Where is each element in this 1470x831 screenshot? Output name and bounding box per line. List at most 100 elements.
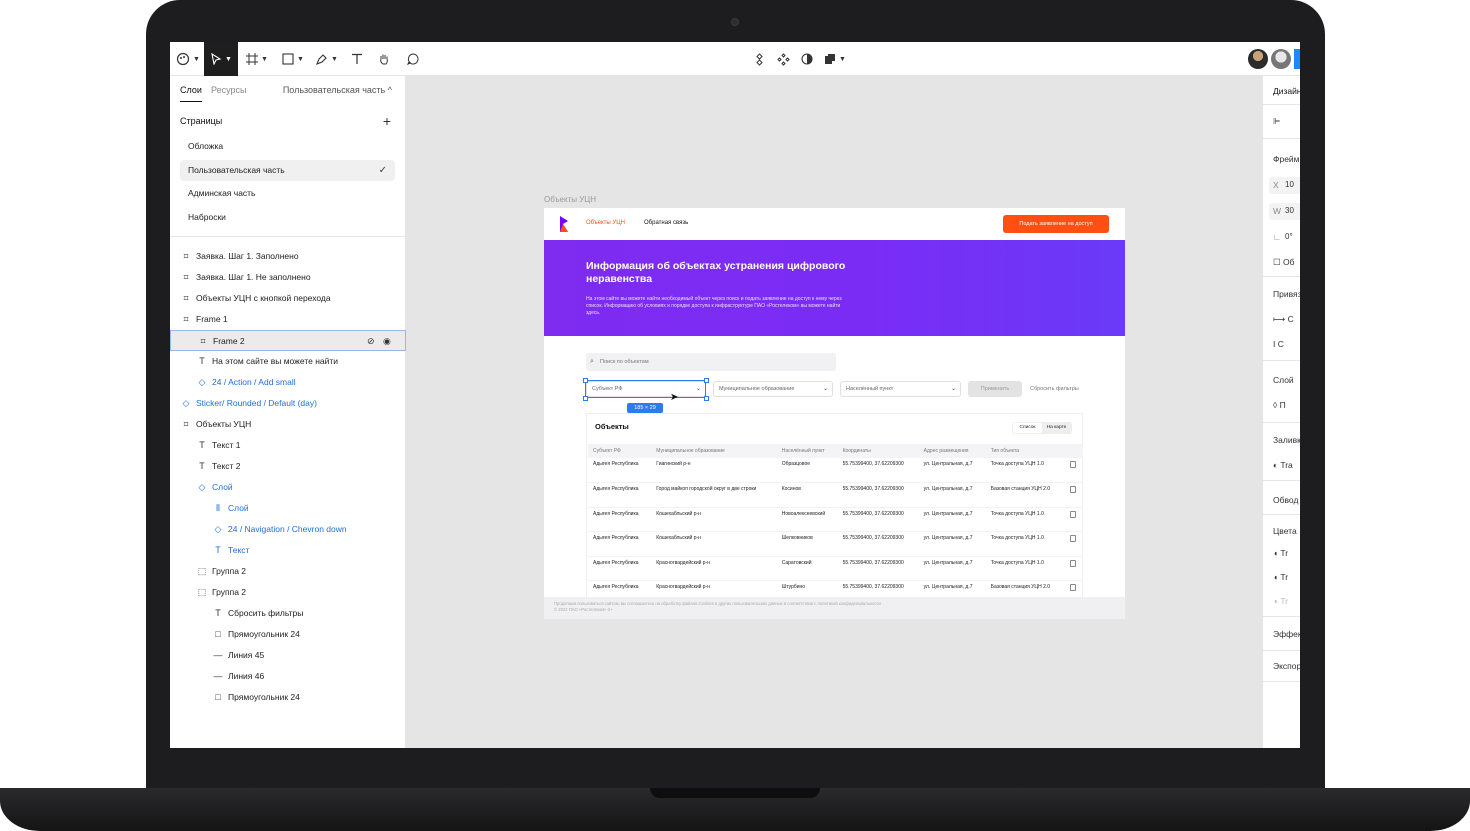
layer-row[interactable]: T На этом сайте вы можете найти — [170, 351, 406, 372]
constraint-vertical[interactable]: I С — [1273, 339, 1284, 349]
create-component-button[interactable] — [748, 42, 770, 76]
page-item[interactable]: Админская часть — [180, 183, 395, 204]
layer-row[interactable]: ⌗ Заявка. Шаг 1. Заполнено — [170, 246, 406, 267]
text-tool-button[interactable] — [346, 42, 368, 76]
blend-mode[interactable]: ◊ П — [1273, 400, 1286, 410]
hero-banner: Информация об объектах устранения цифров… — [544, 240, 1125, 336]
apply-access-button[interactable]: Подать заявление на доступ — [1003, 215, 1109, 233]
column-header: Адрес размещения — [918, 444, 986, 458]
layer-row[interactable]: □ Прямоугольник 24 — [170, 687, 406, 708]
layer-label: Линия 45 — [228, 650, 265, 660]
resize-handle[interactable] — [583, 396, 588, 401]
layer-row[interactable]: ◇ 24 / Navigation / Chevron down — [170, 519, 406, 540]
layer-row[interactable]: T Текст 2 — [170, 456, 406, 477]
page-item[interactable]: Наброски — [180, 207, 395, 228]
divider — [1263, 480, 1300, 481]
color-row[interactable]: ◖ Tr — [1273, 572, 1288, 582]
document-icon[interactable] — [1069, 559, 1076, 567]
table-row[interactable]: Адыгея Республика Город майкоп городской … — [588, 482, 1083, 508]
resize-handle[interactable] — [583, 378, 588, 383]
tab-design[interactable]: Дизайн — [1273, 86, 1300, 96]
layer-row[interactable]: ⌗ Объекты УЦН — [170, 414, 406, 435]
frame-label[interactable]: Объекты УЦН — [544, 195, 596, 204]
table-row[interactable]: Адыгея Республика Красногвардейский р-н Са… — [588, 556, 1083, 581]
figma-window: ▼ ▼ ▼ ▼ ▼ ▼ Слои Ресурсы Пользовательска… — [170, 42, 1300, 748]
comment-tool-button[interactable] — [402, 42, 424, 76]
layer-row[interactable]: ⌗ Заявка. Шаг 1. Не заполнено — [170, 267, 406, 288]
document-cell — [1064, 556, 1083, 581]
layer-row[interactable]: ⌗ Frame 2 ⊘ ◉ — [170, 330, 406, 351]
collaborator-avatar[interactable] — [1271, 49, 1291, 69]
boolean-button[interactable]: ▼ — [820, 42, 850, 76]
filter-municipality[interactable]: Муниципальное образование ⌄ — [713, 381, 833, 397]
layer-row[interactable]: T Текст — [170, 540, 406, 561]
design-frame[interactable]: Объекты УЦН Обратная связь Подать заявле… — [544, 208, 1125, 619]
hand-tool-button[interactable] — [372, 42, 396, 76]
layer-row[interactable]: □ Прямоугольник 24 — [170, 624, 406, 645]
document-icon[interactable] — [1069, 535, 1076, 542]
color-row[interactable]: ◖ Tr — [1273, 548, 1288, 558]
toggle-list[interactable]: Список — [1013, 423, 1042, 433]
layer-row[interactable]: ◇ 24 / Action / Add small — [170, 372, 406, 393]
page-selector[interactable]: Пользовательская часть ^ — [283, 85, 392, 95]
nav-feedback[interactable]: Обратная связь — [644, 220, 688, 226]
layer-row[interactable]: T Сбросить фильтры — [170, 603, 406, 624]
table-cell: Город майкоп городской округ в две строк… — [651, 482, 777, 508]
table-cell: Адыгея Республика — [588, 531, 652, 557]
nav-objects[interactable]: Объекты УЦН — [586, 220, 625, 226]
layer-row[interactable]: ⫴ Слой — [170, 498, 406, 519]
components-button[interactable] — [772, 42, 794, 76]
constraint-horizontal[interactable]: ⟼ С — [1273, 314, 1294, 325]
filter-settlement[interactable]: Населённый пункт ⌄ — [840, 381, 961, 397]
share-button[interactable] — [1294, 49, 1300, 69]
layer-row[interactable]: ⬚ Группа 2 — [170, 582, 406, 603]
clip-content-checkbox[interactable]: ☐ Об — [1273, 257, 1294, 268]
layer-row[interactable]: ◇ Слой — [170, 477, 406, 498]
table-cell: Адыгея Республика — [588, 482, 652, 508]
layer-row[interactable]: ⬚ Группа 2 — [170, 561, 406, 582]
mask-button[interactable] — [796, 42, 818, 76]
toggle-map[interactable]: На карте — [1042, 423, 1071, 433]
tab-layers[interactable]: Слои — [180, 85, 202, 102]
lock-icon[interactable]: ⊘ — [367, 331, 375, 352]
page-item[interactable]: Обложка — [180, 136, 395, 157]
add-page-icon[interactable]: + — [383, 113, 391, 129]
pen-tool-button[interactable]: ▼ — [312, 42, 342, 76]
layer-row[interactable]: — Линия 46 — [170, 666, 406, 687]
visibility-icon[interactable]: ◉ — [383, 331, 391, 352]
filter-label: Населённый пункт — [846, 386, 894, 392]
shape-tool-button[interactable]: ▼ — [278, 42, 308, 76]
layer-row[interactable]: ⌗ Объекты УЦН с кнопкой перехода — [170, 288, 406, 309]
page-item-selected[interactable]: Пользовательская часть ✓ — [180, 160, 395, 181]
document-icon[interactable] — [1069, 461, 1076, 468]
resize-handle[interactable] — [704, 396, 709, 401]
rotation-value[interactable]: 0° — [1285, 232, 1293, 241]
collaborator-avatar[interactable] — [1248, 49, 1268, 69]
align-left-icon[interactable]: ⊫ — [1273, 116, 1280, 127]
apply-filters-button[interactable]: Применить — [968, 381, 1022, 397]
tab-assets[interactable]: Ресурсы — [211, 85, 247, 95]
layer-row[interactable]: ◇ Sticker/ Rounded / Default (day) — [170, 393, 406, 414]
fill-row[interactable]: ◐ Tra — [1273, 460, 1293, 470]
layer-row[interactable]: ⌗ Frame 1 — [170, 309, 406, 330]
component-icon: ◇ — [198, 482, 206, 492]
layer-row[interactable]: — Линия 45 — [170, 645, 406, 666]
chevron-down-icon: ▼ — [331, 55, 338, 63]
document-icon[interactable] — [1069, 510, 1076, 518]
main-menu-button[interactable]: ▼ — [172, 42, 204, 76]
search-input[interactable]: ⌕ Поиск по объектам — [586, 353, 836, 371]
blend-mode-value: П — [1279, 400, 1286, 410]
frame-type-label[interactable]: Фрейм — [1273, 154, 1300, 164]
reset-filters-link[interactable]: Сбросить фильтры — [1030, 381, 1079, 397]
frame-tool-button[interactable]: ▼ — [242, 42, 272, 76]
color-row[interactable]: ◖ Tr — [1273, 596, 1288, 606]
document-icon[interactable] — [1069, 486, 1076, 493]
document-icon[interactable] — [1069, 584, 1076, 591]
table-row[interactable]: Адыгея Республика Кошехабльский р-н Шелков… — [588, 531, 1083, 557]
layer-row[interactable]: T Текст 1 — [170, 435, 406, 456]
comment-icon — [407, 53, 419, 65]
resize-handle[interactable] — [704, 378, 709, 383]
table-row[interactable]: Адыгея Республика Кошехабльский р-н Новоал… — [588, 507, 1083, 532]
table-row[interactable]: Адыгея Республика Гиагинский р-н Образцово… — [588, 458, 1083, 483]
move-tool-button[interactable]: ▼ — [204, 42, 238, 76]
